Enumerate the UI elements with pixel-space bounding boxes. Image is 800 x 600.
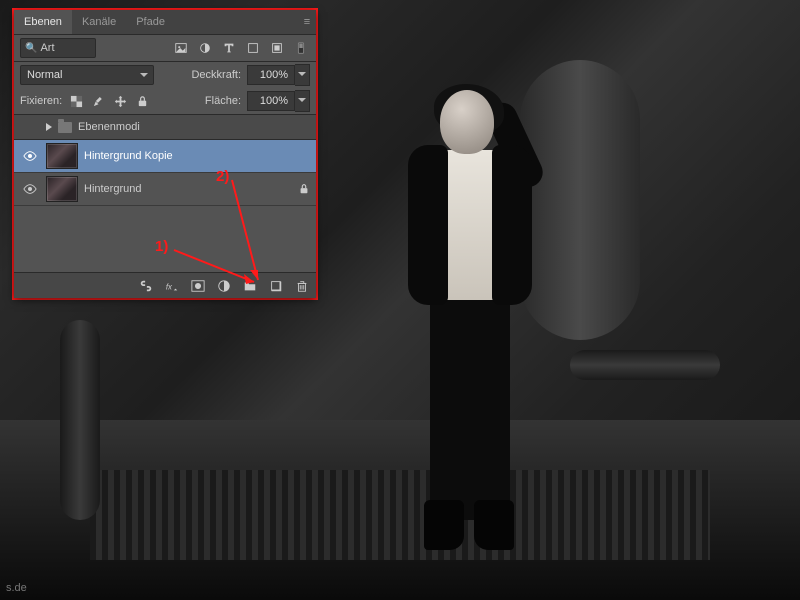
layers-bottom-bar: fx xyxy=(14,272,316,298)
layer-filter-row: 🔍 Art xyxy=(14,35,316,61)
filter-toggle-switch[interactable] xyxy=(292,39,310,57)
layer-thumbnail[interactable] xyxy=(46,176,78,202)
layer-name[interactable]: Hintergrund xyxy=(84,183,292,195)
layers-empty-area[interactable] xyxy=(14,206,316,270)
blend-mode-value: Normal xyxy=(27,69,62,81)
panel-menu-icon[interactable]: ≡ xyxy=(298,10,316,34)
folder-icon xyxy=(58,122,72,133)
chevron-down-icon[interactable] xyxy=(295,90,310,112)
lock-all-icon[interactable] xyxy=(134,93,150,109)
filter-shape-icon[interactable] xyxy=(244,39,262,57)
blend-opacity-row: Normal Deckkraft: 100% xyxy=(14,62,316,88)
filter-kind-value: Art xyxy=(40,42,54,54)
fill-input[interactable]: 100% xyxy=(247,90,310,112)
tutorial-highlight-box: Ebenen Kanäle Pfade ≡ 🔍 Art xyxy=(12,8,318,300)
lock-pixels-brush-icon[interactable] xyxy=(90,93,106,109)
delete-trash-icon[interactable] xyxy=(294,278,310,294)
layer-filter-kind-select[interactable]: 🔍 Art xyxy=(20,38,96,58)
opacity-label: Deckkraft: xyxy=(191,69,241,81)
lock-icon xyxy=(298,183,310,195)
workspace-canvas: s.de Ebenen Kanäle Pfade ≡ 🔍 Art xyxy=(0,0,800,600)
layer-row-selected[interactable]: Hintergrund Kopie xyxy=(14,140,316,173)
watermark-text: s.de xyxy=(6,582,27,594)
add-mask-icon[interactable] xyxy=(190,278,206,294)
opacity-value: 100% xyxy=(247,65,295,85)
visibility-eye-icon[interactable] xyxy=(23,182,37,196)
opacity-input[interactable]: 100% xyxy=(247,64,310,86)
fill-value: 100% xyxy=(247,91,295,111)
bg-model-figure xyxy=(380,90,560,550)
layer-row[interactable]: Hintergrund xyxy=(14,173,316,206)
layer-name[interactable]: Hintergrund Kopie xyxy=(84,150,310,162)
bg-pipe xyxy=(60,320,100,520)
filter-adjustment-icon[interactable] xyxy=(196,39,214,57)
layer-style-fx-icon[interactable]: fx xyxy=(164,278,180,294)
svg-text:fx: fx xyxy=(166,282,173,291)
new-group-folder-icon[interactable] xyxy=(242,278,258,294)
new-layer-icon[interactable] xyxy=(268,278,284,294)
blend-mode-select[interactable]: Normal xyxy=(20,65,154,85)
tab-layers[interactable]: Ebenen xyxy=(14,10,72,34)
search-icon: 🔍 xyxy=(25,43,37,54)
lock-position-move-icon[interactable] xyxy=(112,93,128,109)
tab-paths[interactable]: Pfade xyxy=(126,10,175,34)
visibility-eye-icon[interactable] xyxy=(23,149,37,163)
layer-thumbnail[interactable] xyxy=(46,143,78,169)
link-layers-icon[interactable] xyxy=(138,278,154,294)
panel-tab-bar: Ebenen Kanäle Pfade ≡ xyxy=(14,10,316,35)
bg-pipe xyxy=(570,350,720,380)
filter-pixel-icon[interactable] xyxy=(172,39,190,57)
disclosure-triangle-icon[interactable] xyxy=(46,123,52,131)
layers-panel: Ebenen Kanäle Pfade ≡ 🔍 Art xyxy=(14,10,316,298)
lock-transparency-icon[interactable] xyxy=(68,93,84,109)
filter-type-icon[interactable] xyxy=(220,39,238,57)
filter-smart-icon[interactable] xyxy=(268,39,286,57)
fill-label: Fläche: xyxy=(205,95,241,107)
lock-fill-row: Fixieren: Fläche: 100% xyxy=(14,88,316,114)
layer-group-row[interactable]: Ebenenmodi xyxy=(14,114,316,140)
tab-channels[interactable]: Kanäle xyxy=(72,10,126,34)
chevron-down-icon[interactable] xyxy=(295,64,310,86)
new-adjustment-layer-icon[interactable] xyxy=(216,278,232,294)
group-name: Ebenenmodi xyxy=(78,121,140,133)
lock-label: Fixieren: xyxy=(20,95,62,107)
